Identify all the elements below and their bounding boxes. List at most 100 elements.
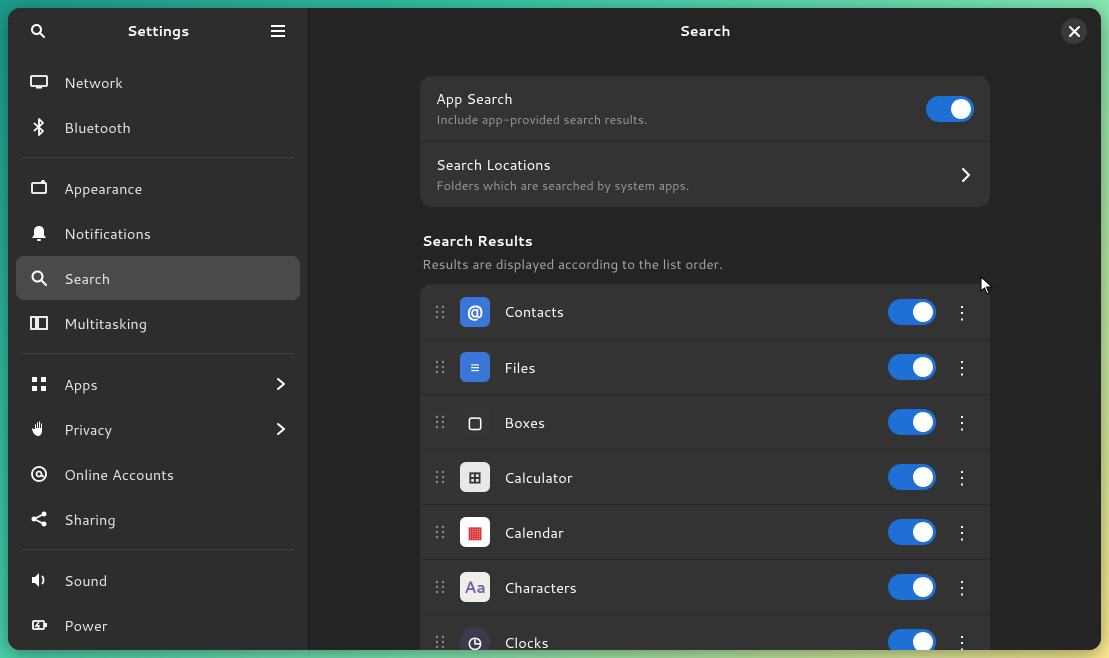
main-header: Search [309,8,1101,54]
share-icon [28,508,50,530]
sidebar-item-multitasking[interactable]: Multitasking [16,301,300,345]
app-icon-calendar: ▦ [460,517,490,547]
toggle-files[interactable] [888,354,936,380]
drag-handle[interactable] [432,304,448,320]
hand-icon [28,418,50,440]
app-name-label: Clocks [504,632,888,651]
drag-handle[interactable] [432,634,448,650]
display-icon [28,71,50,93]
chevron-right-icon [958,167,974,183]
sidebar-item-label: Online Accounts [64,464,288,485]
sidebar-item-bluetooth[interactable]: Bluetooth [16,105,300,149]
separator [22,549,294,550]
power-icon [28,614,50,636]
sidebar-item-appearance[interactable]: Appearance [16,166,300,210]
menu-button[interactable] [262,15,294,47]
more-button-files[interactable]: ⋮ [946,351,978,383]
results-section-sub: Results are displayed according to the l… [422,255,988,274]
sidebar-list: Network Bluetooth Appearance Notifications S… [8,54,308,650]
result-row-calendar: ▦ Calendar ⋮ [420,504,990,559]
sidebar-item-sound[interactable]: Sound [16,558,300,602]
sidebar-item-label: Notifications [64,223,288,244]
app-icon-contacts: @ [460,297,490,327]
result-row-boxes: ▢Boxes⋮ [420,394,990,449]
app-icon-calculator: ⊞ [460,462,490,492]
sidebar-item-sharing[interactable]: Sharing [16,497,300,541]
settings-window: Settings Network Bluetooth Appearance Notif… [8,8,1101,650]
app-name-label: Contacts [504,301,888,322]
search-icon [28,267,50,289]
app-search-toggle[interactable] [926,96,974,122]
app-icon-characters: Aa [460,572,490,602]
search-icon [30,23,46,39]
sidebar-item-label: Appearance [64,178,288,199]
sidebar-item-notifications[interactable]: Notifications [16,211,300,255]
menu-icon [270,23,286,39]
sidebar-item-online-accounts[interactable]: Online Accounts [16,452,300,496]
sidebar-header: Settings [8,8,308,54]
search-locations-sub: Folders which are searched by system app… [436,177,950,195]
result-row-characters: Aa Characters ⋮ [420,559,990,614]
results-section-header: Search Results Results are displayed acc… [422,231,988,274]
toggle-characters[interactable] [888,574,936,600]
separator [22,157,294,158]
more-button-characters[interactable]: ⋮ [946,571,978,603]
drag-handle[interactable] [432,359,448,375]
sidebar-title: Settings [54,21,262,41]
app-search-title: App Search [436,88,926,109]
search-locations-row[interactable]: Search Locations Folders which are searc… [420,141,990,207]
drag-handle[interactable] [432,469,448,485]
main-panel: Search App Search Include app-provided s… [309,8,1101,650]
settings-card: App Search Include app-provided search r… [420,76,990,207]
chevron-right-icon [274,377,288,391]
toggle-calculator[interactable] [888,464,936,490]
more-button-clocks[interactable]: ⋮ [946,626,978,650]
drag-handle[interactable] [432,579,448,595]
more-button-boxes[interactable]: ⋮ [946,406,978,438]
sidebar-item-label: Privacy [64,419,274,440]
sidebar-item-label: Apps [64,374,274,395]
sidebar-item-label: Search [64,268,288,289]
sidebar: Settings Network Bluetooth Appearance Notif… [8,8,309,650]
sound-icon [28,569,50,591]
app-name-label: Files [504,357,888,378]
more-button-contacts[interactable]: ⋮ [946,296,978,328]
drag-handle[interactable] [432,414,448,430]
sidebar-item-network[interactable]: Network [16,60,300,104]
sidebar-item-label: Power [64,615,288,636]
sidebar-item-label: Multitasking [64,313,288,334]
bell-icon [28,222,50,244]
result-row-files: ≡Files⋮ [420,339,990,394]
search-button[interactable] [22,15,54,47]
sidebar-item-label: Sound [64,570,288,591]
toggle-contacts[interactable] [888,299,936,325]
chevron-right-icon [274,422,288,436]
search-locations-title: Search Locations [436,154,950,175]
drag-handle[interactable] [432,524,448,540]
sidebar-item-apps[interactable]: Apps [16,362,300,406]
sidebar-item-label: Sharing [64,509,288,530]
page-title: Search [349,21,1061,41]
sidebar-item-power[interactable]: Power [16,603,300,647]
results-card: @Contacts⋮≡Files⋮▢Boxes⋮⊞Calculator⋮▦Cal… [420,284,990,650]
sidebar-item-privacy[interactable]: Privacy [16,407,300,451]
sidebar-item-label: Network [64,72,288,93]
app-icon-clocks: ◷ [460,627,490,650]
app-name-label: Calculator [504,467,888,488]
toggle-clocks[interactable] [888,629,936,650]
close-icon [1069,26,1080,37]
toggle-boxes[interactable] [888,409,936,435]
more-button-calculator[interactable]: ⋮ [946,461,978,493]
grid-icon [28,373,50,395]
more-button-calendar[interactable]: ⋮ [946,516,978,548]
close-button[interactable] [1061,18,1087,44]
result-row-contacts: @ Contacts ⋮ [420,284,990,339]
toggle-calendar[interactable] [888,519,936,545]
app-search-sub: Include app-provided search results. [436,111,926,129]
at-icon [28,463,50,485]
sidebar-item-search[interactable]: Search [16,256,300,300]
app-name-label: Calendar [504,522,888,543]
separator [22,353,294,354]
results-section-title: Search Results [422,231,988,251]
app-name-label: Characters [504,577,888,598]
